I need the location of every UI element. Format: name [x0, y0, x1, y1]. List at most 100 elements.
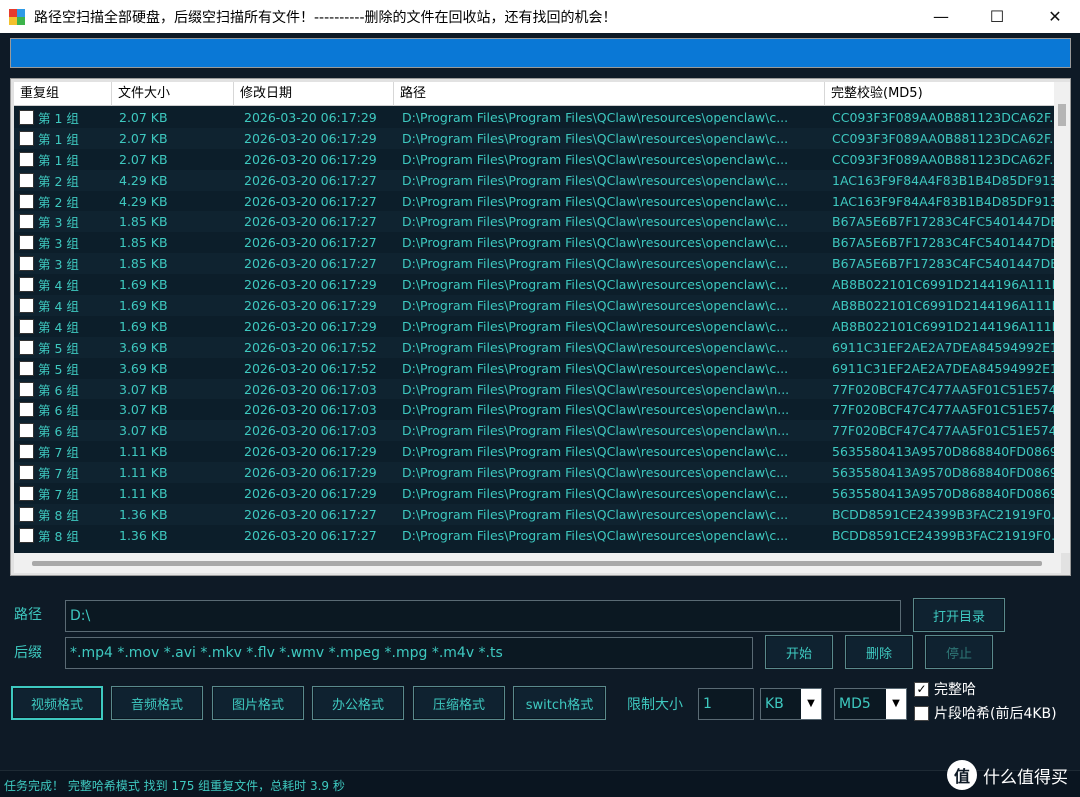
- size-limit-input[interactable]: 1: [698, 688, 754, 720]
- column-header-size[interactable]: 文件大小: [112, 82, 234, 106]
- row-checkbox[interactable]: [19, 297, 34, 313]
- group-cell: 第 7 组: [14, 484, 112, 503]
- row-checkbox[interactable]: [19, 130, 34, 146]
- image-format-button[interactable]: 图片格式: [212, 686, 304, 720]
- group-label: 第 6 组: [38, 382, 79, 398]
- column-header-md5[interactable]: 完整校验(MD5): [825, 82, 1061, 106]
- table-row[interactable]: 第 1 组 2.07 KB 2026-03-20 06:17:29 D:\Progra…: [14, 107, 1061, 128]
- maximize-button[interactable]: ☐: [974, 0, 1020, 33]
- table-row[interactable]: 第 2 组 4.29 KB 2026-03-20 06:17:27 D:\Progra…: [14, 191, 1061, 212]
- row-checkbox[interactable]: [19, 485, 34, 501]
- table-row[interactable]: 第 2 组 4.29 KB 2026-03-20 06:17:27 D:\Progra…: [14, 169, 1061, 191]
- stop-button[interactable]: 停止: [925, 635, 993, 669]
- chevron-down-icon[interactable]: ▼: [801, 689, 821, 719]
- watermark-text: 什么值得买: [983, 767, 1068, 788]
- group-label: 第 2 组: [38, 173, 79, 189]
- column-header-group[interactable]: 重复组: [14, 82, 112, 106]
- start-button[interactable]: 开始: [765, 635, 833, 669]
- size-cell: 1.11 KB: [119, 485, 168, 501]
- row-checkbox[interactable]: [19, 256, 34, 272]
- table-row[interactable]: 第 7 组 1.11 KB 2026-03-20 06:17:29 D:\Progra…: [14, 462, 1061, 484]
- row-checkbox[interactable]: [19, 318, 34, 334]
- path-cell: D:\Program Files\Program Files\QClaw\res…: [402, 381, 790, 397]
- column-header-date[interactable]: 修改日期: [234, 82, 394, 106]
- office-format-button[interactable]: 办公格式: [312, 686, 404, 720]
- table-row[interactable]: 第 3 组 1.85 KB 2026-03-20 06:17:27 D:\Progra…: [14, 253, 1061, 275]
- row-checkbox[interactable]: [19, 506, 34, 522]
- group-cell: 第 2 组: [14, 171, 112, 190]
- row-checkbox[interactable]: [19, 444, 34, 460]
- row-checkbox[interactable]: [19, 277, 34, 293]
- table-row[interactable]: 第 5 组 3.69 KB 2026-03-20 06:17:52 D:\Progra…: [14, 358, 1061, 379]
- row-checkbox[interactable]: [19, 339, 34, 355]
- results-table: 重复组 文件大小 修改日期 路径 完整校验(MD5) 第 1 组 2.07 KB 2…: [10, 78, 1071, 576]
- path-cell: D:\Program Files\Program Files\QClaw\res…: [402, 297, 789, 313]
- table-row[interactable]: 第 7 组 1.11 KB 2026-03-20 06:17:29 D:\Progra…: [14, 441, 1061, 462]
- column-header-path[interactable]: 路径: [394, 82, 825, 106]
- table-row[interactable]: 第 8 组 1.36 KB 2026-03-20 06:17:27 D:\Progra…: [14, 503, 1061, 525]
- table-row[interactable]: 第 6 组 3.07 KB 2026-03-20 06:17:03 D:\Progra…: [14, 399, 1061, 420]
- group-label: 第 1 组: [38, 131, 79, 147]
- scroll-thumb[interactable]: [32, 561, 1042, 566]
- audio-format-button[interactable]: 音频格式: [111, 686, 203, 720]
- table-row[interactable]: 第 1 组 2.07 KB 2026-03-20 06:17:29 D:\Progra…: [14, 127, 1061, 149]
- table-row[interactable]: 第 7 组 1.11 KB 2026-03-20 06:17:29 D:\Progra…: [14, 483, 1061, 504]
- table-row[interactable]: 第 8 组 1.36 KB 2026-03-20 06:17:27 D:\Progra…: [14, 525, 1061, 546]
- checkbox-box[interactable]: [914, 705, 929, 721]
- date-cell: 2026-03-20 06:17:29: [244, 465, 377, 481]
- minimize-button[interactable]: —: [918, 0, 964, 33]
- vertical-scrollbar[interactable]: [1054, 82, 1070, 553]
- row-checkbox[interactable]: [19, 172, 34, 188]
- table-row[interactable]: 第 6 组 3.07 KB 2026-03-20 06:17:03 D:\Progra…: [14, 378, 1061, 400]
- row-checkbox[interactable]: [19, 235, 34, 251]
- group-cell: 第 6 组: [14, 380, 112, 399]
- md5-cell: B67A5E6B7F17283C4FC5401447DE: [832, 214, 1059, 230]
- date-cell: 2026-03-20 06:17:29: [244, 109, 377, 125]
- size-cell: 4.29 KB: [119, 172, 168, 188]
- row-checkbox[interactable]: [19, 214, 34, 230]
- checkbox-box[interactable]: ✓: [914, 681, 929, 697]
- chevron-down-icon[interactable]: ▼: [886, 689, 906, 719]
- delete-button[interactable]: 删除: [845, 635, 913, 669]
- group-label: 第 7 组: [38, 466, 79, 482]
- video-format-button[interactable]: 视频格式: [11, 686, 103, 720]
- table-row[interactable]: 第 5 组 3.69 KB 2026-03-20 06:17:52 D:\Progra…: [14, 336, 1061, 358]
- full-hash-checkbox[interactable]: ✓ 完整哈: [914, 679, 976, 699]
- horizontal-scrollbar[interactable]: [14, 553, 1061, 573]
- path-input[interactable]: D:\: [65, 600, 901, 632]
- row-checkbox[interactable]: [19, 109, 34, 125]
- row-checkbox[interactable]: [19, 151, 34, 167]
- row-checkbox[interactable]: [19, 381, 34, 397]
- row-checkbox[interactable]: [19, 527, 34, 543]
- unit-select[interactable]: KB ▼: [760, 688, 822, 720]
- table-row[interactable]: 第 3 组 1.85 KB 2026-03-20 06:17:27 D:\Progra…: [14, 211, 1061, 233]
- path-cell: D:\Program Files\Program Files\QClaw\res…: [402, 235, 789, 251]
- switch-format-button[interactable]: switch格式: [513, 686, 606, 720]
- date-cell: 2026-03-20 06:17:27: [244, 506, 377, 522]
- archive-format-button[interactable]: 压缩格式: [413, 686, 505, 720]
- size-cell: 1.36 KB: [119, 506, 168, 522]
- row-checkbox[interactable]: [19, 193, 34, 209]
- path-cell: D:\Program Files\Program Files\QClaw\res…: [402, 485, 789, 501]
- date-cell: 2026-03-20 06:17:29: [244, 444, 377, 460]
- open-directory-button[interactable]: 打开目录: [913, 598, 1005, 632]
- table-row[interactable]: 第 6 组 3.07 KB 2026-03-20 06:17:03 D:\Progra…: [14, 420, 1061, 442]
- date-cell: 2026-03-20 06:17:52: [244, 360, 377, 376]
- row-checkbox[interactable]: [19, 402, 34, 418]
- table-row[interactable]: 第 4 组 1.69 KB 2026-03-20 06:17:29 D:\Progra…: [14, 274, 1061, 295]
- row-checkbox[interactable]: [19, 465, 34, 481]
- scroll-thumb[interactable]: [1058, 104, 1066, 126]
- md5-cell: 77F020BCF47C477AA5F01C51E574: [832, 381, 1057, 397]
- row-checkbox[interactable]: [19, 423, 34, 439]
- table-row[interactable]: 第 1 组 2.07 KB 2026-03-20 06:17:29 D:\Progra…: [14, 149, 1061, 170]
- table-row[interactable]: 第 3 组 1.85 KB 2026-03-20 06:17:27 D:\Progra…: [14, 232, 1061, 253]
- table-row[interactable]: 第 4 组 1.69 KB 2026-03-20 06:17:29 D:\Progra…: [14, 295, 1061, 316]
- close-button[interactable]: ✕: [1032, 0, 1078, 33]
- partial-hash-checkbox[interactable]: 片段哈希(前后4KB): [914, 703, 1057, 723]
- hash-select[interactable]: MD5 ▼: [834, 688, 907, 720]
- path-cell: D:\Program Files\Program Files\QClaw\res…: [402, 214, 789, 230]
- group-cell: 第 6 组: [14, 400, 112, 419]
- row-checkbox[interactable]: [19, 360, 34, 376]
- suffix-input[interactable]: *.mp4 *.mov *.avi *.mkv *.flv *.wmv *.mp…: [65, 637, 753, 669]
- table-row[interactable]: 第 4 组 1.69 KB 2026-03-20 06:17:29 D:\Progra…: [14, 316, 1061, 337]
